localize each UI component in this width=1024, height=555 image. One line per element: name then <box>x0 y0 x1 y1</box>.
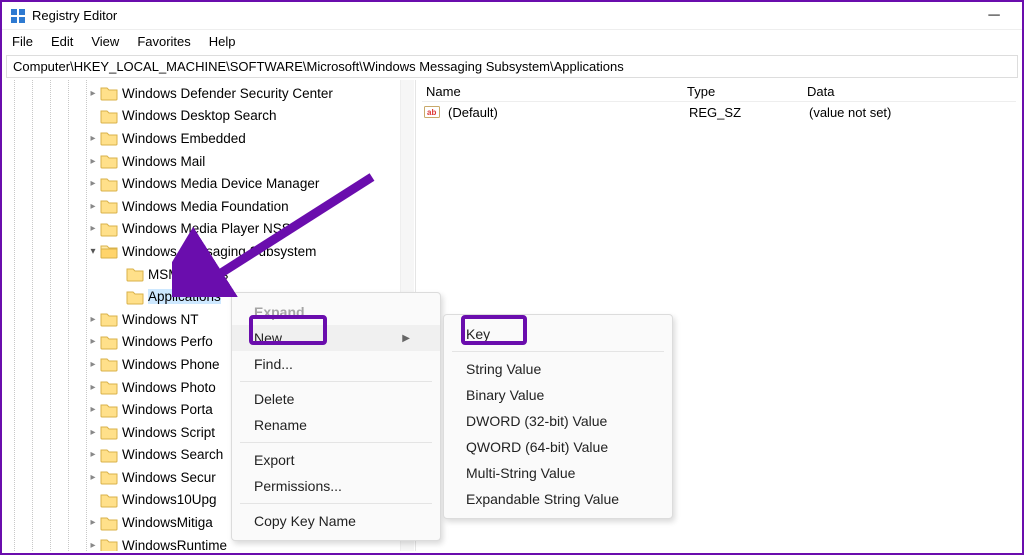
tree-item-label: Windows Photo <box>122 380 216 395</box>
tree-item[interactable]: ▸ Windows Media Player NSS <box>2 218 415 241</box>
value-row[interactable]: ab (Default) REG_SZ (value not set) <box>422 102 1016 122</box>
reg-string-icon: ab <box>424 104 440 120</box>
tree-item-label: Windows Defender Security Center <box>122 86 333 101</box>
svg-text:ab: ab <box>427 108 436 117</box>
context-menu: Expand New ▶ Find... Delete Rename Expor… <box>231 292 441 541</box>
regedit-icon <box>10 8 26 24</box>
ctx-export[interactable]: Export <box>232 447 440 473</box>
tree-item-label: Windows Phone <box>122 357 220 372</box>
tree-item-label: Windows Media Device Manager <box>122 176 319 191</box>
tree-item[interactable]: ▸ Windows Media Foundation <box>2 195 415 218</box>
expand-chevron-icon[interactable]: ▸ <box>86 223 100 234</box>
titlebar: Registry Editor ─ <box>2 2 1022 30</box>
ctx-delete[interactable]: Delete <box>232 386 440 412</box>
col-header-type[interactable]: Type <box>687 84 807 99</box>
expand-chevron-icon[interactable]: ▸ <box>86 359 100 370</box>
expand-chevron-icon[interactable]: ▸ <box>86 427 100 438</box>
expand-chevron-icon[interactable]: ▸ <box>86 314 100 325</box>
ctx-new-string[interactable]: String Value <box>444 356 672 382</box>
expand-chevron-icon[interactable]: ▸ <box>86 201 100 212</box>
tree-item-label: Windows Mail <box>122 154 205 169</box>
tree-item[interactable]: ▸ Windows Defender Security Center <box>2 82 415 105</box>
tree-item-label: Windows Porta <box>122 402 213 417</box>
ctx-new-dword[interactable]: DWORD (32-bit) Value <box>444 408 672 434</box>
menu-favorites[interactable]: Favorites <box>137 34 190 49</box>
expand-chevron-icon[interactable]: ▸ <box>86 517 100 528</box>
tree-item-label: Windows Search <box>122 447 223 462</box>
ctx-new-binary[interactable]: Binary Value <box>444 382 672 408</box>
tree-item-label: Windows Media Foundation <box>122 199 289 214</box>
tree-item[interactable]: ▾ Windows Messaging Subsystem <box>2 240 415 263</box>
ctx-new-multi[interactable]: Multi-String Value <box>444 460 672 486</box>
tree-item-label: Windows Desktop Search <box>122 108 277 123</box>
expand-chevron-icon[interactable]: ▸ <box>86 88 100 99</box>
ctx-copy-key-name[interactable]: Copy Key Name <box>232 508 440 534</box>
ctx-rename[interactable]: Rename <box>232 412 440 438</box>
ctx-expand: Expand <box>232 299 440 325</box>
tree-item-label: Windows Secur <box>122 470 216 485</box>
expand-chevron-icon[interactable]: ▸ <box>86 336 100 347</box>
tree-item[interactable]: Windows Desktop Search <box>2 105 415 128</box>
ctx-new-expandable[interactable]: Expandable String Value <box>444 486 672 512</box>
chevron-right-icon: ▶ <box>402 333 410 344</box>
tree-item-label: Windows Messaging Subsystem <box>122 244 316 259</box>
value-name: (Default) <box>444 105 689 120</box>
ctx-permissions[interactable]: Permissions... <box>232 473 440 499</box>
expand-chevron-icon[interactable]: ▸ <box>86 382 100 393</box>
menubar: File Edit View Favorites Help <box>2 30 1022 55</box>
ctx-new-qword[interactable]: QWORD (64-bit) Value <box>444 434 672 460</box>
tree-item[interactable]: MSMapiApps <box>2 263 415 286</box>
tree-item-label: Windows Embedded <box>122 131 246 146</box>
tree-item[interactable]: ▸ Windows Media Device Manager <box>2 172 415 195</box>
tree-item[interactable]: ▸ Windows Mail <box>2 150 415 173</box>
context-submenu-new: Key String Value Binary Value DWORD (32-… <box>443 314 673 519</box>
expand-chevron-icon[interactable]: ▸ <box>86 449 100 460</box>
expand-chevron-icon[interactable]: ▸ <box>86 133 100 144</box>
value-type: REG_SZ <box>689 105 809 120</box>
tree-item-label: Windows10Upg <box>122 492 217 507</box>
tree-item-label: MSMapiApps <box>148 267 228 282</box>
ctx-new[interactable]: New ▶ <box>232 325 440 351</box>
ctx-find[interactable]: Find... <box>232 351 440 377</box>
expand-chevron-icon[interactable]: ▾ <box>86 246 100 257</box>
window-title: Registry Editor <box>32 8 117 23</box>
menu-edit[interactable]: Edit <box>51 34 73 49</box>
menu-view[interactable]: View <box>91 34 119 49</box>
tree-item-label: WindowsMitiga <box>122 515 213 530</box>
expand-chevron-icon[interactable]: ▸ <box>86 178 100 189</box>
ctx-new-key[interactable]: Key <box>444 321 672 347</box>
tree-item-label: Windows Perfo <box>122 334 213 349</box>
minimize-button[interactable]: ─ <box>974 7 1014 25</box>
values-header: Name Type Data <box>422 82 1016 102</box>
col-header-data[interactable]: Data <box>807 84 1016 99</box>
expand-chevron-icon[interactable]: ▸ <box>86 472 100 483</box>
menu-help[interactable]: Help <box>209 34 236 49</box>
menu-file[interactable]: File <box>12 34 33 49</box>
value-data: (value not set) <box>809 105 1016 120</box>
tree-item-label: Windows Media Player NSS <box>122 221 291 236</box>
tree-item-label: WindowsRuntime <box>122 538 227 551</box>
tree-item-label: Windows Script <box>122 425 215 440</box>
address-bar[interactable]: Computer\HKEY_LOCAL_MACHINE\SOFTWARE\Mic… <box>6 55 1018 78</box>
tree-item-label: Windows NT <box>122 312 199 327</box>
col-header-name[interactable]: Name <box>422 84 687 99</box>
expand-chevron-icon[interactable]: ▸ <box>86 404 100 415</box>
tree-item[interactable]: ▸ Windows Embedded <box>2 127 415 150</box>
tree-item-label: Applications <box>148 289 221 304</box>
expand-chevron-icon[interactable]: ▸ <box>86 540 100 551</box>
expand-chevron-icon[interactable]: ▸ <box>86 156 100 167</box>
